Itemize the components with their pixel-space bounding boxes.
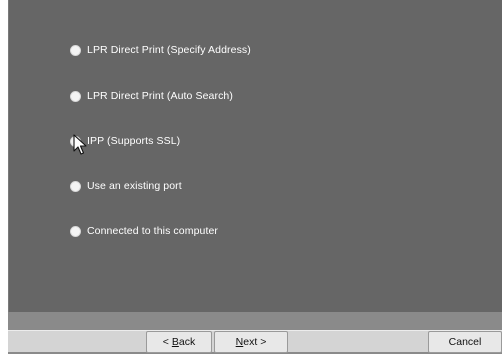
option-label: Connected to this computer	[87, 225, 219, 237]
option-existing-port[interactable]: Use an existing port	[70, 178, 182, 194]
option-label: IPP (Supports SSL)	[87, 135, 181, 147]
option-connected-computer[interactable]: Connected to this computer	[70, 223, 218, 239]
radio-existing-port[interactable]	[70, 180, 81, 192]
option-label: Use an existing port	[87, 180, 182, 192]
back-button[interactable]: < Back	[146, 331, 212, 353]
next-button-rest: ext >	[243, 336, 267, 348]
radio-lpr-auto-search[interactable]	[70, 90, 81, 102]
mouse-pointer-icon	[73, 134, 87, 155]
option-lpr-auto-search[interactable]: LPR Direct Print (Auto Search)	[70, 88, 233, 104]
option-label: LPR Direct Print (Auto Search)	[87, 90, 233, 102]
cancel-button-label: Cancel	[448, 336, 482, 348]
next-button[interactable]: Next >	[214, 331, 288, 353]
radio-connected-computer[interactable]	[70, 225, 81, 237]
back-button-rest: ack	[178, 336, 196, 348]
option-label: LPR Direct Print (Specify Address)	[87, 44, 251, 56]
left-edge	[0, 0, 8, 312]
next-button-label: Next >	[236, 336, 267, 348]
back-button-accelerator: B	[171, 336, 179, 348]
cancel-button[interactable]: Cancel	[428, 331, 502, 353]
back-button-label: < Back	[163, 336, 195, 348]
option-lpr-specify-address[interactable]: LPR Direct Print (Specify Address)	[70, 42, 251, 58]
back-button-prefix: <	[162, 336, 172, 348]
radio-lpr-specify-address[interactable]	[70, 44, 81, 56]
